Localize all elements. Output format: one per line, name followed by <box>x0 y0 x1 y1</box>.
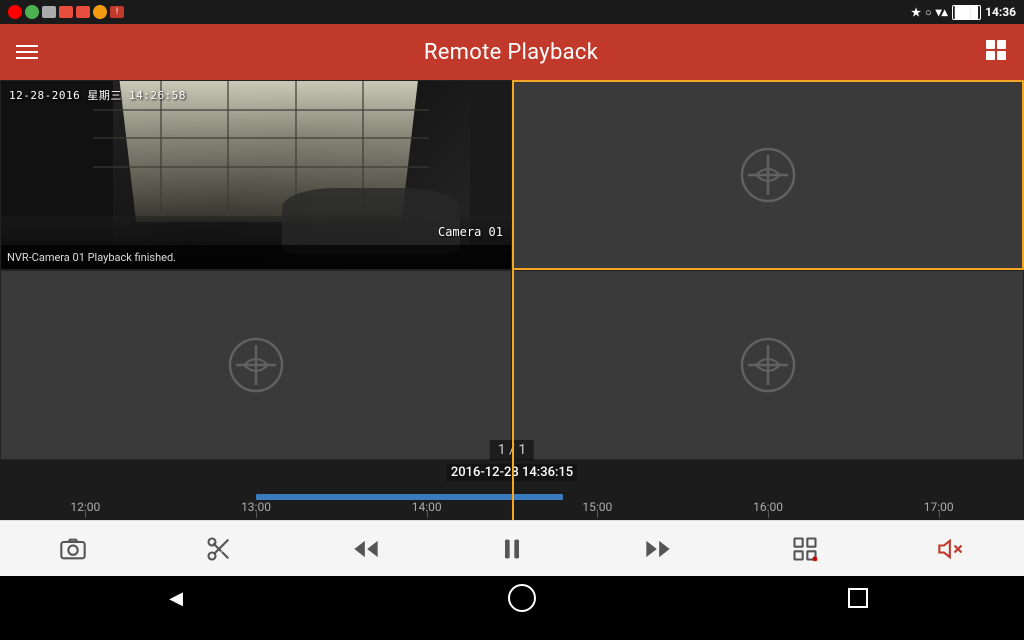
app-icon-2 <box>25 5 39 19</box>
timeline-cursor-line <box>512 460 514 520</box>
timeline-hour-16: 16:00 <box>683 500 854 514</box>
video-cell-4[interactable] <box>512 270 1024 460</box>
timeline-hour-13: 13:00 <box>171 500 342 514</box>
app-icon-1 <box>8 5 22 19</box>
pause-button[interactable] <box>488 525 536 573</box>
video-cell-2[interactable] <box>512 80 1024 270</box>
back-button[interactable]: ◀ <box>156 578 196 618</box>
video-cell-3[interactable] <box>0 270 512 460</box>
app-bar-title: Remote Playback <box>424 40 598 65</box>
screenshot-button[interactable] <box>49 525 97 573</box>
camera-label: Camera 01 <box>438 225 503 239</box>
timeline[interactable]: 2016-12-28 14:36:15 12:00 13:00 14:00 15… <box>0 460 1024 520</box>
menu-button[interactable] <box>16 45 38 59</box>
app-bar: Remote Playback <box>0 24 1024 80</box>
fast-forward-button[interactable] <box>634 525 682 573</box>
add-channel-icon-2 <box>738 145 798 205</box>
add-channel-icon-3 <box>226 335 286 395</box>
app-icon-5 <box>76 6 90 18</box>
camera-feed-1: 12-28-2016 星期三 14:26:58 Camera 01 NVR-Ca… <box>1 81 511 269</box>
video-grid: 12-28-2016 星期三 14:26:58 Camera 01 NVR-Ca… <box>0 80 1024 460</box>
bluetooth-icon: ★ <box>911 6 921 19</box>
layout-toggle-button[interactable] <box>984 38 1008 67</box>
home-button[interactable] <box>508 584 536 612</box>
timeline-hour-15: 15:00 <box>512 500 683 514</box>
app-icon-6 <box>93 5 107 19</box>
rewind-button[interactable] <box>342 525 390 573</box>
camera-status-text: NVR-Camera 01 Playback finished. <box>7 251 176 264</box>
clock: 14:36 <box>985 5 1016 19</box>
timeline-hour-12: 12:00 <box>0 500 171 514</box>
timeline-hour-14: 14:00 <box>341 500 512 514</box>
wifi-icon: ▾▴ <box>936 5 948 19</box>
camera-status-bar: NVR-Camera 01 Playback finished. <box>1 245 511 269</box>
app-icon-4 <box>59 6 73 18</box>
add-channel-icon-4 <box>738 335 798 395</box>
recent-button[interactable] <box>848 588 868 608</box>
app-icon-7: ! <box>110 6 124 18</box>
mute-button[interactable] <box>927 525 975 573</box>
clip-button[interactable] <box>195 525 243 573</box>
camera-timestamp: 12-28-2016 星期三 14:26:58 <box>9 87 186 103</box>
toolbar <box>0 520 1024 576</box>
nav-bar: ◀ <box>0 576 1024 620</box>
status-bar: ! ★ ○ ▾▴ ███ 14:36 <box>0 0 1024 24</box>
battery-icon: ███ <box>952 5 981 20</box>
video-cell-1[interactable]: 12-28-2016 星期三 14:26:58 Camera 01 NVR-Ca… <box>0 80 512 270</box>
signal-icon: ○ <box>925 6 932 19</box>
status-icons-left: ! <box>8 5 124 19</box>
grid-close-button[interactable] <box>781 525 829 573</box>
app-icon-3 <box>42 6 56 18</box>
camera-scene <box>1 81 511 269</box>
timeline-hour-17: 17:00 <box>853 500 1024 514</box>
status-icons-right: ★ ○ ▾▴ ███ 14:36 <box>911 5 1016 20</box>
